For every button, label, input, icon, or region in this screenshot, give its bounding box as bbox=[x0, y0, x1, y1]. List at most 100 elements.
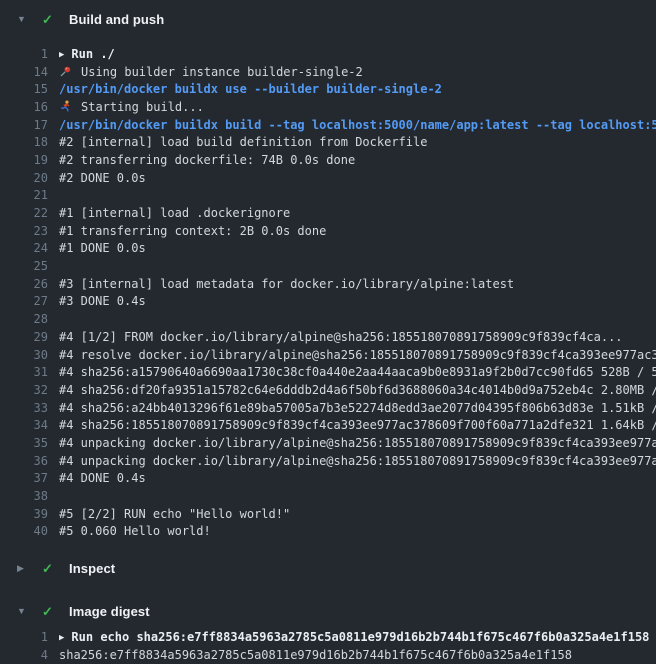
log-line-text: #4 sha256:df20fa9351a15782c64e6dddb2d4a6… bbox=[48, 383, 656, 397]
section-header-build-and-push[interactable]: ▼ ✓ Build and push bbox=[0, 5, 656, 33]
log-line: 24#1 DONE 0.0s bbox=[0, 240, 656, 258]
log-text: #1 transferring context: 2B 0.0s done bbox=[59, 224, 326, 238]
log-line-text: ▶ Run echo sha256:e7ff8834a5963a2785c5a08… bbox=[48, 630, 649, 644]
line-number[interactable]: 36 bbox=[0, 454, 48, 468]
log-line: 37 #4 DONE 0.4s bbox=[0, 470, 656, 488]
log-line: 14 Using builder instance builder-single-… bbox=[0, 63, 656, 81]
line-number[interactable]: 19 bbox=[0, 153, 48, 167]
log-line: 28 bbox=[0, 310, 656, 328]
log-line-text: #5 [2/2] RUN echo "Hello world!" bbox=[48, 507, 290, 521]
section-title: Build and push bbox=[69, 12, 164, 27]
log-text: #2 DONE 0.0s bbox=[59, 171, 146, 185]
log-line: 17/usr/bin/docker buildx build --tag loc… bbox=[0, 116, 656, 134]
log-text: #5 [2/2] RUN echo "Hello world!" bbox=[59, 507, 290, 521]
line-number[interactable]: 28 bbox=[0, 312, 48, 326]
line-number[interactable]: 32 bbox=[0, 383, 48, 397]
log-text: #2 transferring dockerfile: 74B 0.0s don… bbox=[59, 153, 355, 167]
play-icon: ▶ bbox=[59, 633, 64, 643]
log-lines: 1▶Run ./14Using builder instance builder… bbox=[0, 45, 656, 540]
chevron-down-icon[interactable]: ▼ bbox=[17, 15, 29, 24]
log-line-text: #1 DONE 0.0s bbox=[48, 241, 146, 255]
log-line-text: #2 DONE 0.0s bbox=[48, 171, 146, 185]
log-text: #4 DONE 0.4s bbox=[59, 471, 146, 485]
log-text: Run echo sha256:e7ff8834a5963a2785c5a081… bbox=[71, 630, 649, 644]
log-line-text: #4 sha256:a24bb4013296f61e89ba57005a7b3e… bbox=[48, 401, 656, 415]
line-number[interactable]: 1 bbox=[0, 47, 48, 61]
line-number[interactable]: 31 bbox=[0, 365, 48, 379]
chevron-right-icon[interactable]: ▶ bbox=[17, 564, 29, 573]
log-line: 31 #4 sha256:a15790640a6690aa1730c38cf0a4… bbox=[0, 363, 656, 381]
log-text: /usr/bin/docker buildx build --tag local… bbox=[59, 118, 656, 132]
log-line-text: #5 0.060 Hello world! bbox=[48, 524, 211, 538]
section-image-digest: ▼✓Image digest 1 ▶ Run echo sha256:e7ff8834… bbox=[0, 597, 656, 663]
log-line-text: #4 DONE 0.4s bbox=[48, 471, 146, 485]
log-text: #4 sha256:a15790640a6690aa1730c38cf0a440… bbox=[59, 365, 656, 379]
section-header-inspect[interactable]: ▶✓Inspect bbox=[0, 554, 656, 582]
line-number[interactable]: 17 bbox=[0, 118, 48, 132]
log-line: 1▶Run ./ bbox=[0, 45, 656, 63]
log-line: 19 #2 transferring dockerfile: 74B 0.0s d… bbox=[0, 151, 656, 169]
line-number[interactable]: 22 bbox=[0, 206, 48, 220]
line-number[interactable]: 18 bbox=[0, 135, 48, 149]
pushpin-icon bbox=[59, 65, 72, 78]
section-build-and-push: ▼✓Build and push1▶Run ./14Using builder … bbox=[0, 5, 656, 540]
log-line-text: Using builder instance builder-single-2 bbox=[48, 65, 363, 79]
log-line: 15/usr/bin/docker buildx use --builder b… bbox=[0, 80, 656, 98]
log-line: 26 #3 [internal] load metadata for docker… bbox=[0, 275, 656, 293]
log-line-text: sha256:e7ff8834a5963a2785c5a0811e979d16b… bbox=[48, 648, 572, 662]
log-text: #2 [internal] load build definition from… bbox=[59, 135, 427, 149]
line-number[interactable]: 30 bbox=[0, 348, 48, 362]
line-number[interactable]: 15 bbox=[0, 82, 48, 96]
line-number[interactable]: 25 bbox=[0, 259, 48, 273]
log-line: 16 Starting build... bbox=[0, 98, 656, 116]
log-text: #4 resolve docker.io/library/alpine@sha2… bbox=[59, 348, 656, 362]
log-line-text: #4 sha256:a15790640a6690aa1730c38cf0a440… bbox=[48, 365, 656, 379]
line-number[interactable]: 1 bbox=[0, 630, 48, 644]
log-line-text: /usr/bin/docker buildx use --builder bui… bbox=[48, 82, 442, 96]
line-number[interactable]: 4 bbox=[0, 648, 48, 662]
log-text: Using builder instance builder-single-2 bbox=[81, 65, 363, 79]
line-number[interactable]: 24 bbox=[0, 241, 48, 255]
line-number[interactable]: 14 bbox=[0, 65, 48, 79]
log-text: #4 sha256:a24bb4013296f61e89ba57005a7b3e… bbox=[59, 401, 656, 415]
line-number[interactable]: 39 bbox=[0, 507, 48, 521]
line-number[interactable]: 33 bbox=[0, 401, 48, 415]
line-number[interactable]: 37 bbox=[0, 471, 48, 485]
line-number[interactable]: 34 bbox=[0, 418, 48, 432]
section-inspect: ▶✓Inspect bbox=[0, 554, 656, 582]
line-number[interactable]: 40 bbox=[0, 524, 48, 538]
log-line-text: #2 transferring dockerfile: 74B 0.0s don… bbox=[48, 153, 355, 167]
success-check-icon: ✓ bbox=[42, 13, 54, 26]
line-number[interactable]: 27 bbox=[0, 294, 48, 308]
log-text: Starting build... bbox=[81, 100, 204, 114]
chevron-down-icon[interactable]: ▼ bbox=[17, 607, 29, 616]
log-line: 27#3 DONE 0.4s bbox=[0, 293, 656, 311]
section-title: Image digest bbox=[69, 604, 150, 619]
log-line: 21 bbox=[0, 187, 656, 205]
line-number[interactable]: 29 bbox=[0, 330, 48, 344]
log-line-text: #4 unpacking docker.io/library/alpine@sh… bbox=[48, 436, 656, 450]
log-line-text: ▶Run ./ bbox=[48, 47, 115, 61]
line-number[interactable]: 38 bbox=[0, 489, 48, 503]
log-text: #5 0.060 Hello world! bbox=[59, 524, 211, 538]
log-line: 34#4 sha256:185518070891758909c9f839cf4c… bbox=[0, 416, 656, 434]
line-number[interactable]: 21 bbox=[0, 188, 48, 202]
log-line-text: #4 resolve docker.io/library/alpine@sha2… bbox=[48, 348, 656, 362]
log-line: 25 bbox=[0, 257, 656, 275]
line-number[interactable]: 26 bbox=[0, 277, 48, 291]
line-number[interactable]: 20 bbox=[0, 171, 48, 185]
line-number[interactable]: 16 bbox=[0, 100, 48, 114]
line-number[interactable]: 23 bbox=[0, 224, 48, 238]
log-text: #3 [internal] load metadata for docker.i… bbox=[59, 277, 514, 291]
log-line: 33 #4 sha256:a24bb4013296f61e89ba57005a7b… bbox=[0, 399, 656, 417]
section-header-image-digest[interactable]: ▼✓Image digest bbox=[0, 597, 656, 625]
line-number[interactable]: 35 bbox=[0, 436, 48, 450]
log-lines: 1 ▶ Run echo sha256:e7ff8834a5963a2785c5a0… bbox=[0, 628, 656, 663]
log-line: 18 #2 [internal] load build definition fr… bbox=[0, 133, 656, 151]
log-line: 29#4 [1/2] FROM docker.io/library/alpine… bbox=[0, 328, 656, 346]
runner-icon bbox=[59, 100, 72, 113]
log-line-text: Starting build... bbox=[48, 100, 204, 114]
log-line: 4sha256:e7ff8834a5963a2785c5a0811e979d16… bbox=[0, 646, 656, 664]
log-line-text: /usr/bin/docker buildx build --tag local… bbox=[48, 118, 656, 132]
log-text: #4 unpacking docker.io/library/alpine@sh… bbox=[59, 436, 656, 450]
